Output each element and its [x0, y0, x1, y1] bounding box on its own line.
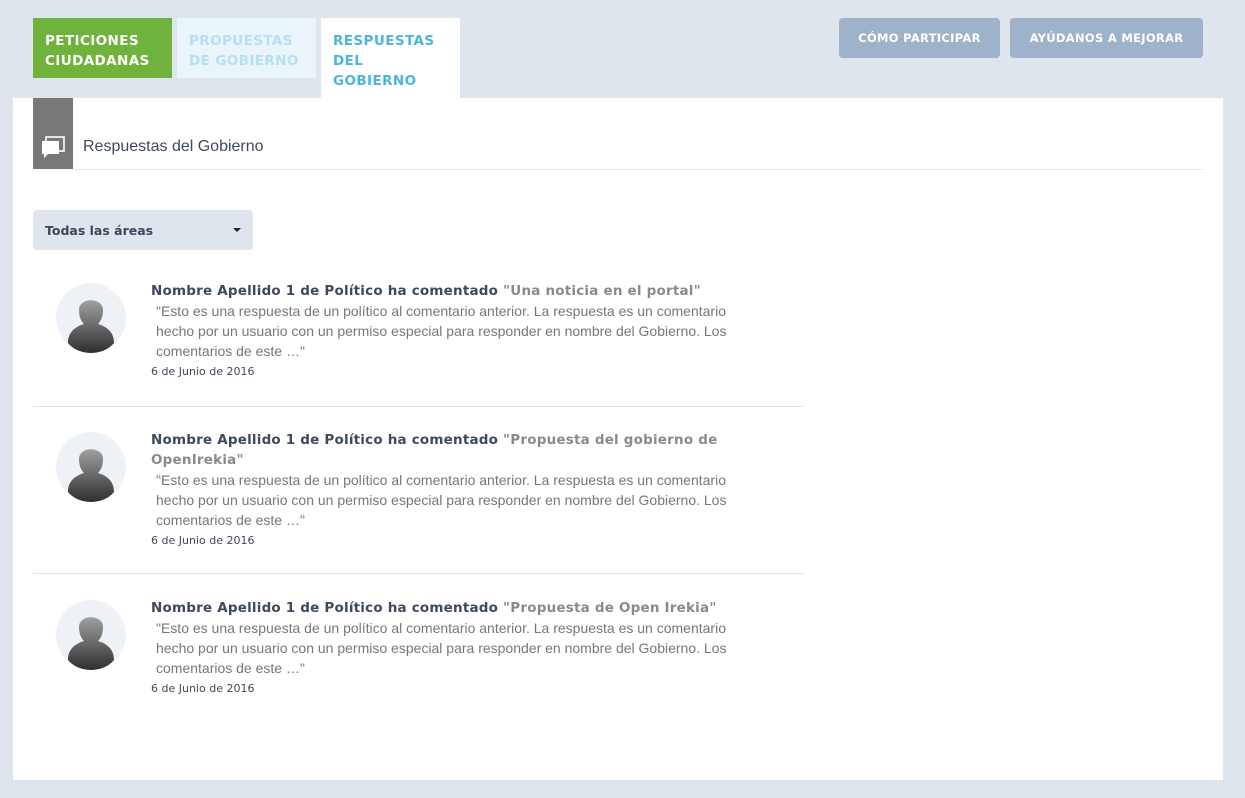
tab-label: RESPUESTAS: [333, 33, 435, 49]
response-date: 6 de Junio de 2016: [151, 365, 255, 378]
user-silhouette-icon: [56, 600, 126, 670]
area-filter-value: Todas las áreas: [45, 222, 154, 238]
excerpt-line: comentarios de este …": [156, 660, 305, 676]
excerpt-line: "Esto es una respuesta de un político al…: [156, 472, 726, 488]
response-excerpt: "Esto es una respuesta de un político al…: [156, 470, 751, 530]
list-item: Nombre Apellido 1 de Político ha comenta…: [33, 574, 803, 716]
list-item: Nombre Apellido 1 de Político ha comenta…: [33, 264, 803, 407]
area-filter-dropdown[interactable]: Todas las áreas: [33, 210, 253, 250]
user-silhouette-icon: [56, 283, 126, 353]
ayudanos-a-mejorar-button[interactable]: AYÚDANOS A MEJORAR: [1010, 18, 1203, 58]
response-content: Nombre Apellido 1 de Político ha comenta…: [151, 598, 751, 696]
response-heading: Nombre Apellido 1 de Político ha comenta…: [151, 430, 751, 470]
response-author: Nombre Apellido 1 de Político ha comenta…: [151, 600, 499, 616]
como-participar-button[interactable]: CÓMO PARTICIPAR: [839, 18, 1000, 58]
response-link[interactable]: OpenIrekia": [151, 452, 244, 468]
avatar: [56, 600, 126, 670]
tab-propuestas-de-gobierno[interactable]: PROPUESTAS DE GOBIERNO: [177, 18, 316, 78]
excerpt-line: comentarios de este …": [156, 512, 305, 528]
section-icon-box: [33, 98, 73, 169]
avatar: [56, 283, 126, 353]
tab-label: PETICIONES: [45, 33, 139, 49]
tab-label: DE GOBIERNO: [189, 53, 299, 69]
excerpt-line: "Esto es una respuesta de un político al…: [156, 303, 726, 319]
response-author: Nombre Apellido 1 de Político ha comenta…: [151, 283, 499, 299]
tab-respuestas-del-gobierno[interactable]: RESPUESTAS DEL GOBIERNO: [321, 18, 460, 98]
response-link[interactable]: "Propuesta de Open Irekia": [503, 600, 717, 616]
excerpt-line: hecho por un usuario con un permiso espe…: [156, 492, 727, 508]
response-date: 6 de Junio de 2016: [151, 534, 255, 547]
tab-label: CIUDADANAS: [45, 53, 150, 69]
caret-down-icon: [233, 228, 241, 232]
tab-label: DEL: [333, 53, 364, 69]
response-date: 6 de Junio de 2016: [151, 682, 255, 695]
response-link[interactable]: "Una noticia en el portal": [503, 283, 701, 299]
divider: [73, 169, 1203, 170]
response-heading: Nombre Apellido 1 de Político ha comenta…: [151, 598, 751, 618]
speech-bubble-icon: [42, 136, 65, 158]
responses-list: Nombre Apellido 1 de Político ha comenta…: [33, 264, 803, 716]
list-item: Nombre Apellido 1 de Político ha comenta…: [33, 407, 803, 574]
avatar: [56, 432, 126, 502]
main-panel: Respuestas del Gobierno Todas las áreas: [13, 98, 1223, 780]
tab-label: PROPUESTAS: [189, 33, 293, 49]
tab-peticiones-ciudadanas[interactable]: PETICIONES CIUDADANAS: [33, 18, 172, 78]
response-content: Nombre Apellido 1 de Político ha comenta…: [151, 281, 751, 379]
response-link[interactable]: "Propuesta del gobierno de: [503, 432, 717, 448]
response-heading: Nombre Apellido 1 de Político ha comenta…: [151, 281, 751, 301]
tab-label: GOBIERNO: [333, 73, 417, 89]
response-excerpt: "Esto es una respuesta de un político al…: [156, 301, 751, 361]
page-title: Respuestas del Gobierno: [83, 138, 264, 155]
response-excerpt: "Esto es una respuesta de un político al…: [156, 618, 751, 678]
excerpt-line: hecho por un usuario con un permiso espe…: [156, 640, 727, 656]
response-author: Nombre Apellido 1 de Político ha comenta…: [151, 432, 499, 448]
excerpt-line: comentarios de este …": [156, 343, 305, 359]
user-silhouette-icon: [56, 432, 126, 502]
excerpt-line: hecho por un usuario con un permiso espe…: [156, 323, 727, 339]
excerpt-line: "Esto es una respuesta de un político al…: [156, 620, 726, 636]
response-content: Nombre Apellido 1 de Político ha comenta…: [151, 430, 751, 548]
